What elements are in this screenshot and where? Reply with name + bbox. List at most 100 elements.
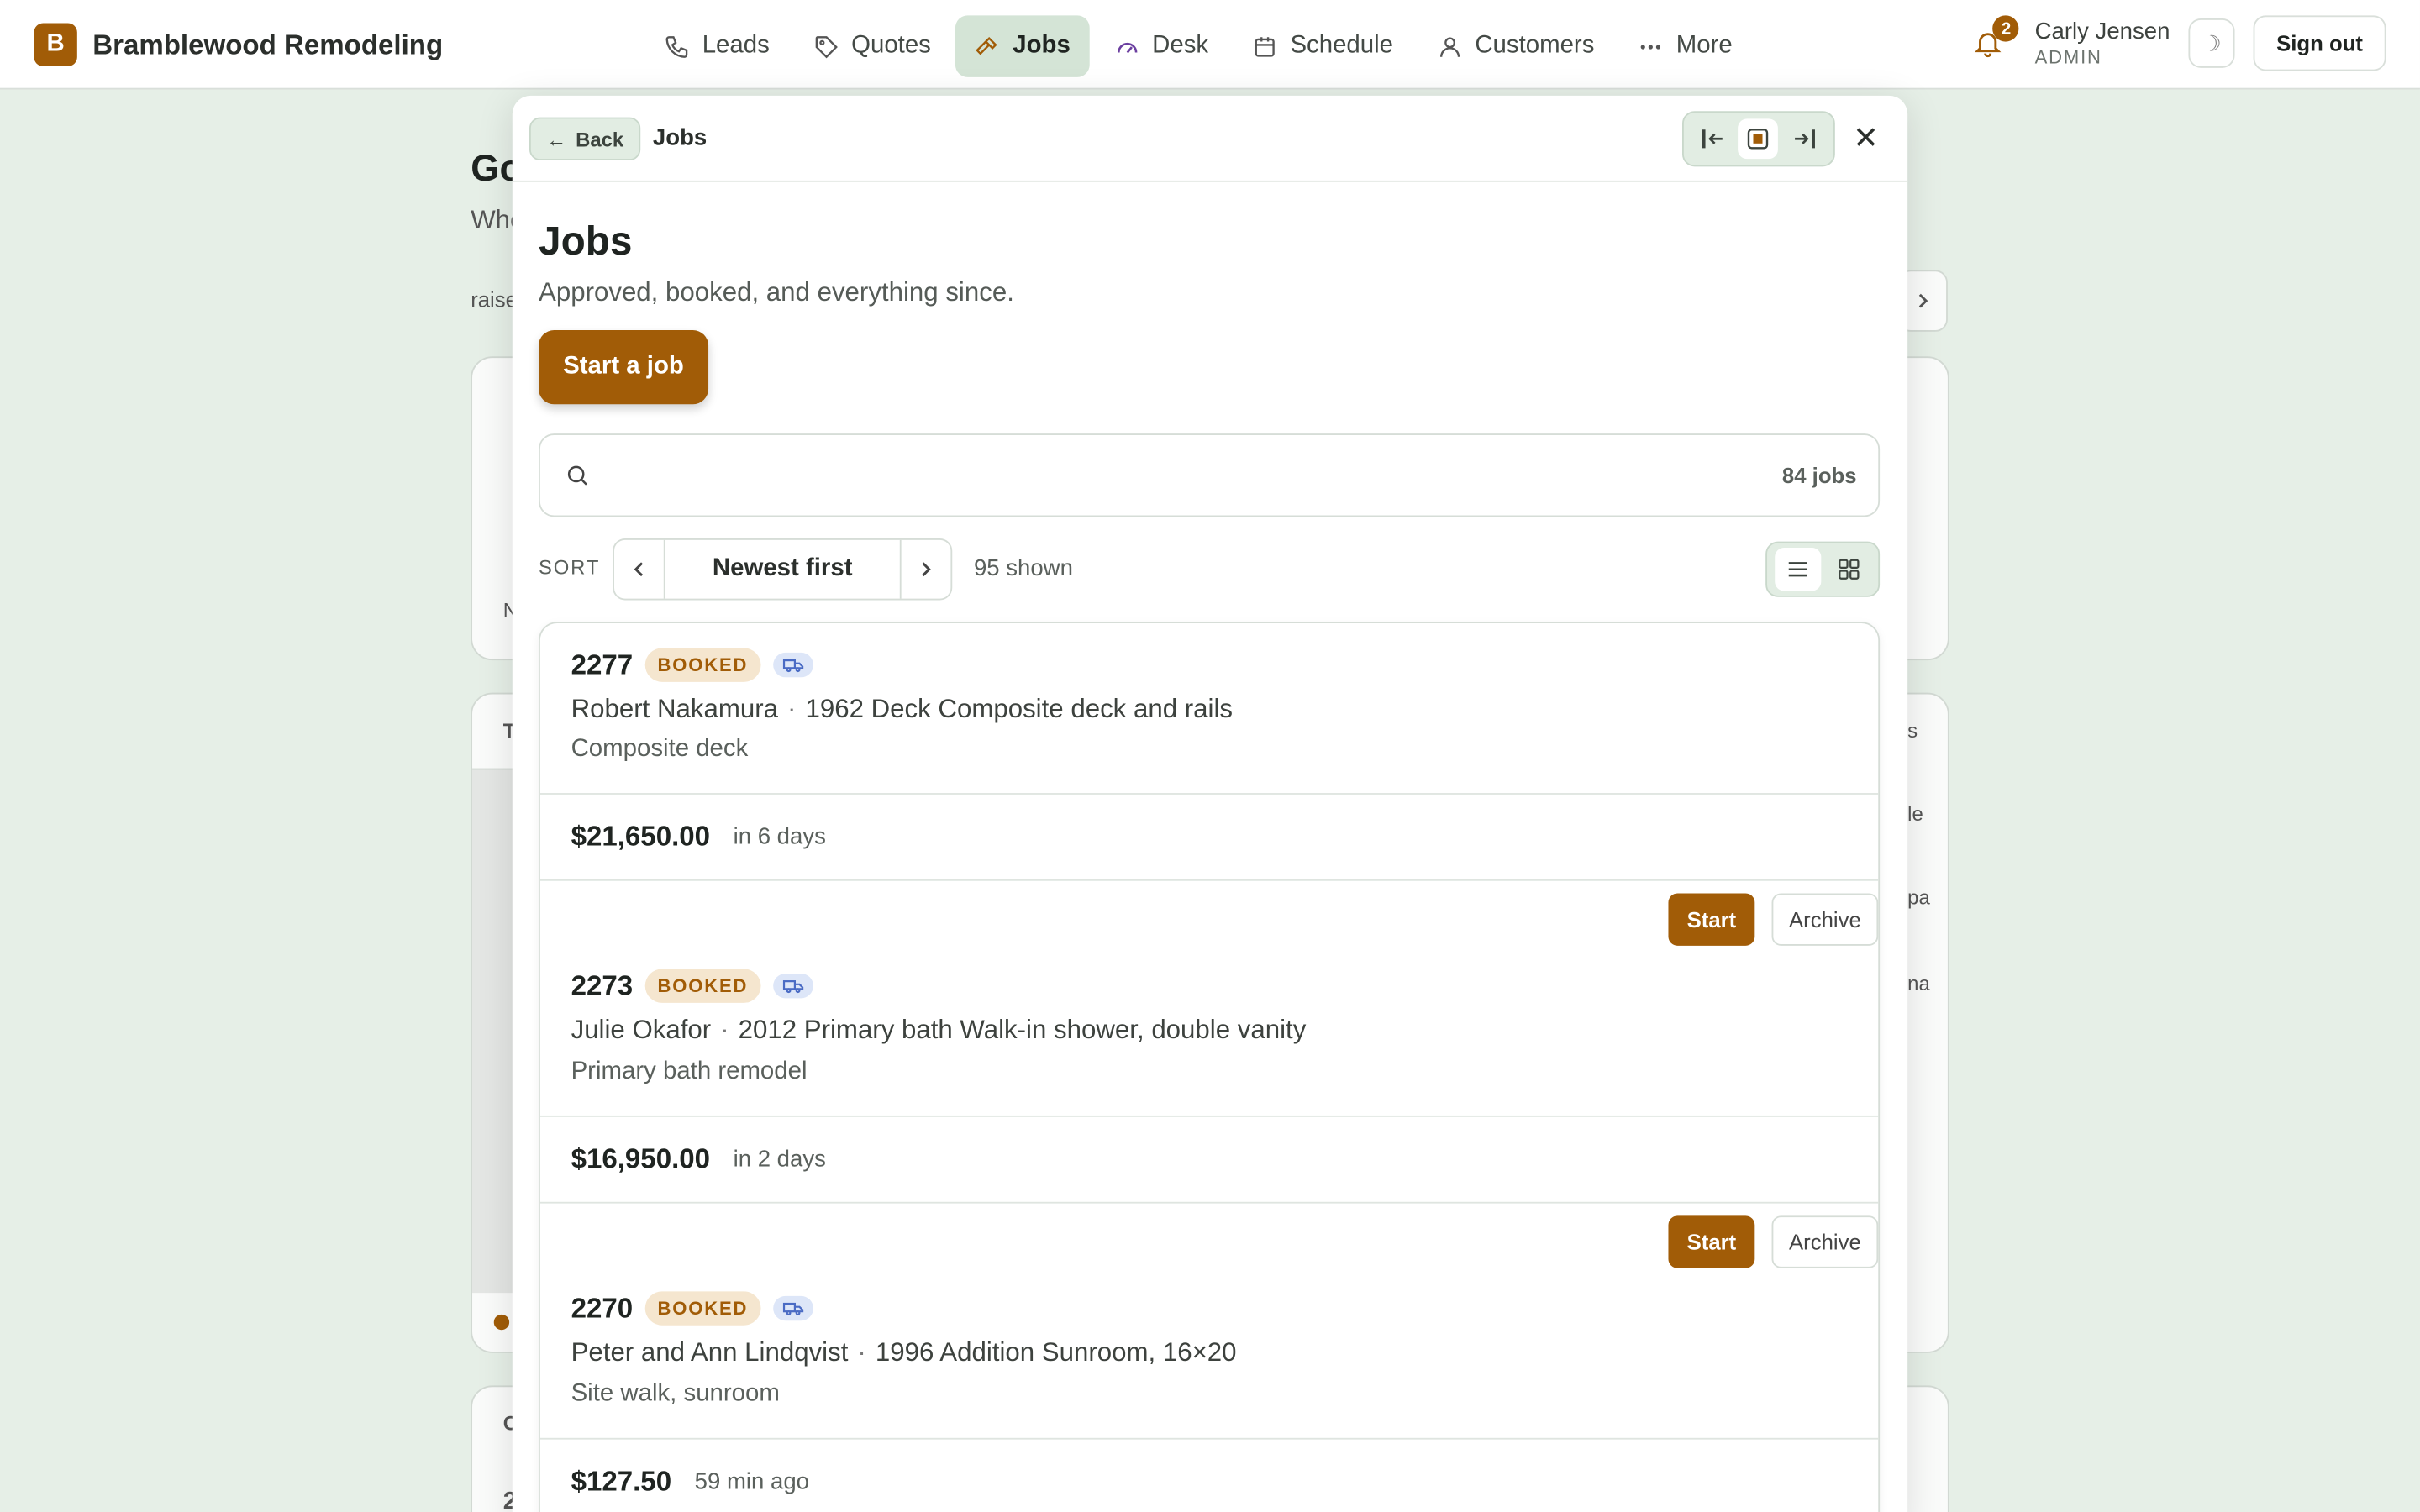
job-timing: in 2 days (733, 1146, 826, 1173)
back-label: Back (576, 127, 624, 151)
background-text: pa (1907, 885, 1930, 909)
dock-right-icon (1795, 129, 1816, 149)
theme-toggle-button[interactable]: ☽ (2188, 18, 2235, 68)
dock-left-button[interactable] (1693, 118, 1733, 159)
search-input[interactable] (608, 462, 1782, 489)
brand[interactable]: B Bramblewood Remodeling (34, 23, 443, 66)
job-header: Start Archive 2273 BOOKED Julie Okafor · 2… (540, 881, 1879, 1116)
status-badge: BOOKED (644, 648, 760, 682)
brand-logo: B (34, 23, 77, 66)
job-number: 2273 (571, 969, 634, 1001)
job-number: 2277 (571, 648, 634, 680)
dock-position-toggle (1682, 111, 1835, 167)
hammer-icon (976, 36, 997, 55)
user-name: Carly Jensen (2034, 18, 2170, 45)
gauge-icon (1117, 41, 1137, 53)
nav-label: Jobs (1013, 32, 1071, 59)
background-text: le (1907, 802, 1923, 826)
chevron-right-icon (1918, 293, 1928, 308)
job-actions: Start Archive (1668, 1215, 1879, 1268)
sort-selector: Newest first (613, 538, 953, 601)
app-root: B Bramblewood Remodeling Leads Quotes Jo… (0, 0, 2420, 1512)
job-header: 2277 BOOKED Robert Nakamura · 1962 Deck Co… (540, 623, 1878, 793)
list-item[interactable]: Start Archive 2273 BOOKED Julie Okafor · 2… (539, 881, 1879, 1204)
notification-count-badge: 2 (1993, 15, 2020, 42)
archive-button[interactable]: Archive (1771, 893, 1879, 946)
tag-icon (814, 35, 838, 58)
dock-center-button[interactable] (1739, 118, 1779, 160)
nav-item-leads[interactable]: Leads (645, 15, 788, 76)
customer-name: Robert Nakamura (571, 694, 779, 724)
calendar-icon (1255, 36, 1275, 56)
chevron-right-icon (922, 562, 931, 577)
nav-label: Desk (1152, 32, 1209, 59)
user-role: ADMIN (2034, 45, 2102, 68)
nav-label: Leads (702, 32, 770, 59)
start-button[interactable]: Start (1668, 893, 1755, 946)
job-amount: $21,650.00 (571, 821, 711, 852)
job-summary: Composite deck (571, 736, 749, 763)
main-nav: Leads Quotes Jobs Desk Schedule Customer… (645, 15, 1751, 77)
list-view-button[interactable] (1774, 548, 1821, 591)
status-badge: BOOKED (644, 969, 760, 1003)
dots-icon (1640, 44, 1661, 49)
jobs-panel: ← Back Jobs ✕ Jobs Approved, booked, and… (512, 95, 1908, 1512)
jobs-count: 84 jobs (1781, 463, 1857, 488)
background-text: na (1907, 972, 1930, 995)
top-bar: B Bramblewood Remodeling Leads Quotes Jo… (0, 0, 2420, 90)
shown-count: 95 shown (973, 555, 1073, 582)
nav-item-customers[interactable]: Customers (1418, 15, 1612, 76)
job-summary: Primary bath remodel (571, 1058, 808, 1085)
search-icon (567, 465, 587, 486)
sort-next-button[interactable] (899, 539, 951, 599)
start-a-job-button[interactable]: Start a job (539, 330, 709, 405)
dock-center-icon (1748, 129, 1770, 150)
start-button[interactable]: Start (1668, 1215, 1755, 1268)
nav-item-jobs[interactable]: Jobs (955, 15, 1089, 77)
job-timing: in 6 days (733, 823, 826, 851)
list-icon (1787, 562, 1807, 577)
nav-item-desk[interactable]: Desk (1095, 15, 1227, 76)
background-text: s (1907, 718, 1918, 743)
grid-view-button[interactable] (1825, 548, 1871, 591)
background-status-dot (493, 1314, 510, 1331)
sort-previous-button[interactable] (614, 539, 666, 599)
panel-breadcrumb: Jobs (652, 124, 708, 151)
job-actions: Start Archive (1668, 893, 1879, 946)
header-tools: 2 Carly Jensen ADMIN ☽ Sign out (1967, 15, 2386, 71)
arrow-left-icon: ← (546, 127, 567, 151)
page-title: Jobs (539, 217, 633, 265)
truck-icon (772, 1295, 813, 1321)
job-footer: $21,650.00 in 6 days (539, 793, 1879, 881)
user-info[interactable]: Carly Jensen ADMIN (2035, 18, 2170, 68)
customer-name: Julie Okafor (571, 1015, 712, 1045)
customer-name: Peter and Ann Lindqvist (571, 1337, 849, 1368)
nav-item-more[interactable]: More (1619, 15, 1751, 76)
view-mode-toggle (1765, 541, 1881, 597)
status-badge: BOOKED (644, 1291, 760, 1326)
notifications-button[interactable]: 2 (1967, 15, 2020, 65)
job-customer-line: Robert Nakamura · 1962 Deck Composite deck… (571, 695, 1233, 726)
job-customer-line: Julie Okafor · 2012 Primary bath Walk-in s… (571, 1016, 1307, 1047)
close-icon[interactable]: ✕ (1849, 120, 1882, 155)
separator-dot: · (720, 1015, 729, 1045)
list-item[interactable]: Start Archive 2270 BOOKED Peter and Ann … (539, 1204, 1879, 1512)
nav-item-quotes[interactable]: Quotes (794, 15, 950, 76)
nav-label: Schedule (1290, 32, 1393, 59)
job-amount: $127.50 (571, 1465, 672, 1497)
job-title-row: 2270 BOOKED (571, 1291, 813, 1326)
job-footer: $127.50 59 min ago (539, 1437, 1879, 1512)
nav-label: Quotes (851, 32, 931, 59)
sort-value[interactable]: Newest first (666, 540, 900, 599)
list-item[interactable]: 2277 BOOKED Robert Nakamura · 1962 Deck Co… (539, 623, 1879, 881)
archive-button[interactable]: Archive (1771, 1215, 1879, 1268)
job-detail: 1962 Deck Composite deck and rails (805, 694, 1234, 724)
job-detail: 1996 Addition Sunroom, 16×20 (875, 1337, 1237, 1368)
page-subtitle: Approved, booked, and everything since. (539, 277, 1014, 307)
job-detail: 2012 Primary bath Walk-in shower, double… (738, 1015, 1307, 1045)
nav-item-schedule[interactable]: Schedule (1233, 15, 1412, 76)
job-number: 2270 (571, 1292, 634, 1323)
sign-out-button[interactable]: Sign out (2253, 15, 2386, 71)
back-button[interactable]: ← Back (529, 117, 641, 161)
dock-right-button[interactable] (1784, 118, 1824, 159)
